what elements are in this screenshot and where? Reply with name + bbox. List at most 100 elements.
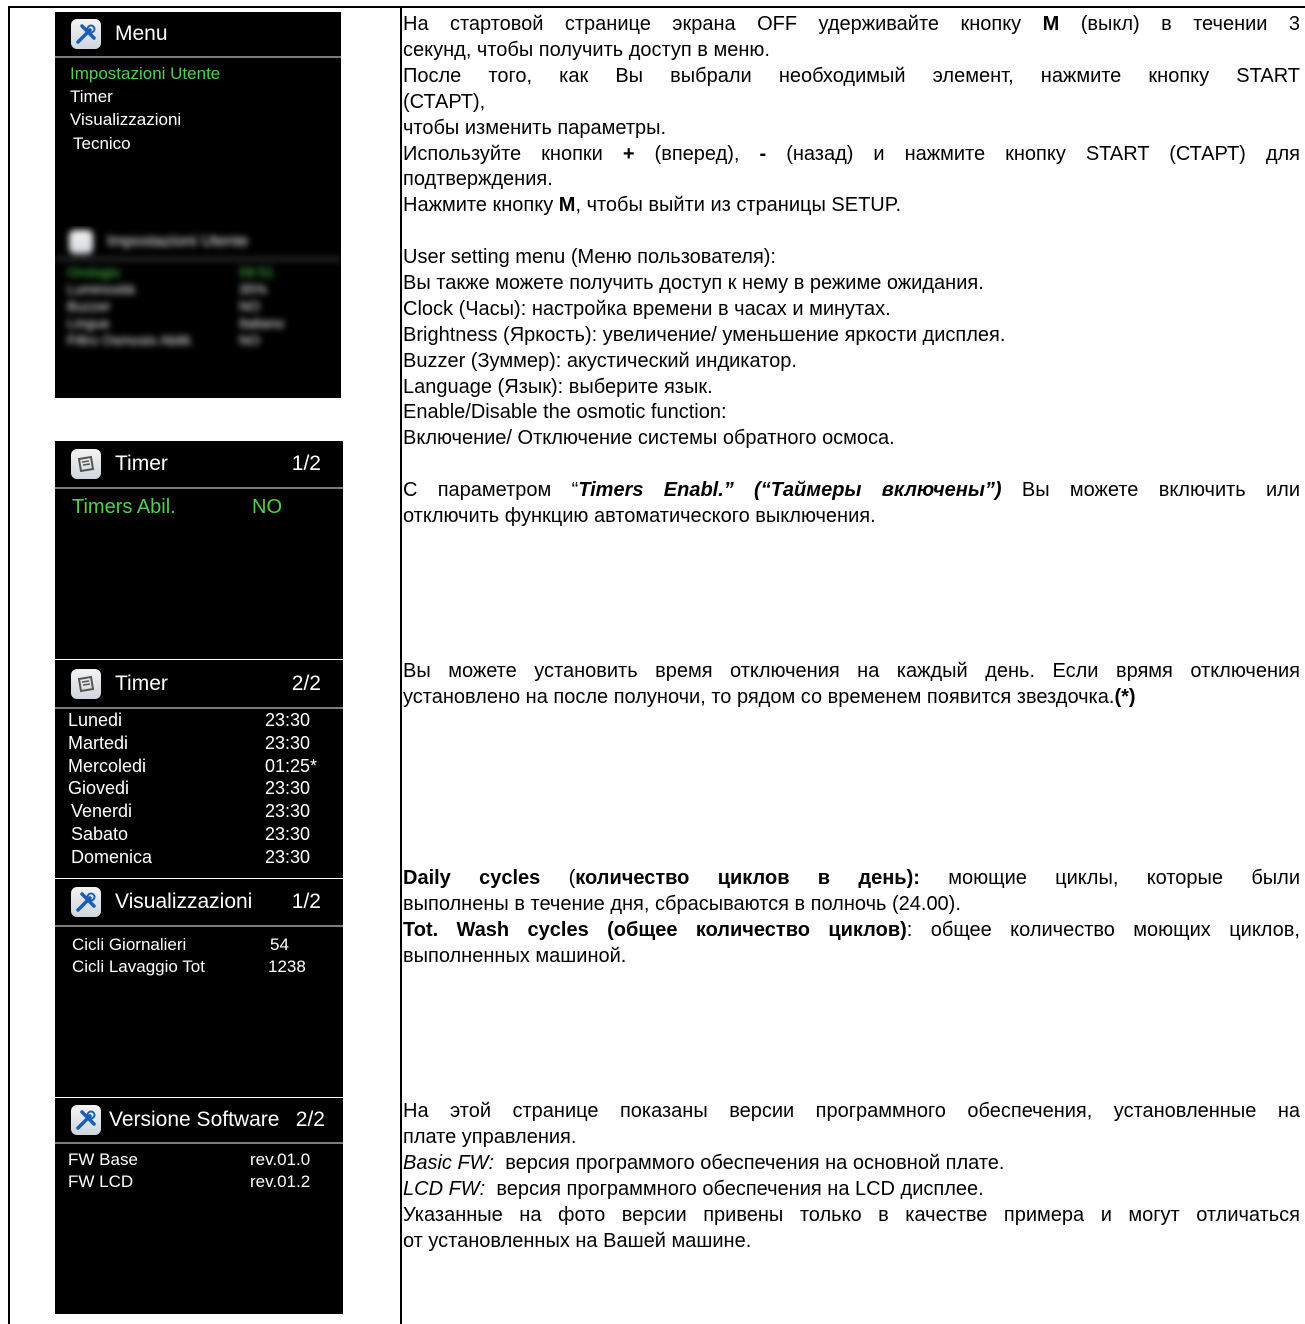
timer-time-friday[interactable]: 23:30 xyxy=(265,801,310,822)
text-span: Нажмите кнопку xyxy=(403,194,554,217)
timer-screen-2: Timer 2/2 Lunedi 23:30 Martedi 23:30 Mer… xyxy=(55,660,343,878)
bold-italic-term: Timers Enabl.” (“Таймеры включены”) xyxy=(578,479,1002,501)
software-title: Versione Software xyxy=(109,1108,280,1131)
paragraph-line: установлено на после полуночи, то рядом … xyxy=(403,685,1300,711)
timers-enabled-label[interactable]: Timers Abil. xyxy=(72,496,176,519)
timer-day-friday[interactable]: Venerdi xyxy=(71,801,132,822)
tools-icon xyxy=(71,887,101,917)
menu-item-technical[interactable]: Tecnico xyxy=(73,134,131,154)
timer-icon xyxy=(71,668,101,699)
setting-value-brightness: 35% xyxy=(239,281,268,297)
paragraph-line: Вы можете установить время отключения на… xyxy=(403,660,1300,682)
italic-term: Basic FW: xyxy=(403,1151,495,1174)
timer2-page-indicator: 2/2 xyxy=(291,671,321,695)
column-divider xyxy=(400,6,402,1324)
software-header: Versione Software 2/2 xyxy=(55,1098,343,1144)
text-span: установлено на после полуночи, то рядом … xyxy=(403,685,1115,708)
fw-base-label: FW Base xyxy=(68,1150,138,1169)
paragraph-line: чтобы изменить параметры. xyxy=(403,116,667,139)
menu-item-display[interactable]: Visualizzazioni xyxy=(70,110,181,130)
menu-item-timer[interactable]: Timer xyxy=(70,87,113,107)
text-span: (вперед), xyxy=(654,142,740,165)
setting-value-language: Italiano xyxy=(239,315,285,331)
timer-day-monday[interactable]: Lunedi xyxy=(68,710,122,731)
section-software-version: На этой странице показаны версии програм… xyxy=(403,1099,1300,1254)
paragraph-line: подтверждения. xyxy=(403,168,553,191)
setting-label-buzzer: Buzzer xyxy=(67,298,111,314)
timer-day-tuesday[interactable]: Martedi xyxy=(68,733,128,754)
timer1-page-indicator: 1/2 xyxy=(291,452,321,475)
paragraph-line: Вы также можете получить доступ к нему в… xyxy=(403,271,984,294)
paragraph-line: Enable/Disable the osmotic function: xyxy=(403,401,727,424)
setting-value-buzzer: NO xyxy=(239,298,260,314)
setting-label-brightness: Luminosità xyxy=(67,281,135,297)
timer-time-thursday[interactable]: 23:30 xyxy=(265,778,310,799)
timer-day-thursday[interactable]: Giovedi xyxy=(68,778,129,799)
paragraph-line: Daily cycles (количество циклов в день):… xyxy=(403,866,1300,892)
text-span: (назад) и нажмите кнопку START (СТАРТ) д… xyxy=(786,142,1301,165)
paragraph-line: секунд, чтобы получить доступ в меню. xyxy=(403,38,770,61)
bold-term: Tot. Wash cycles (общее количество цикло… xyxy=(403,918,907,941)
paragraph-line: Clock (Часы): настройка времени в часах … xyxy=(403,297,891,320)
text-span: На стартовой странице экрана OFF удержив… xyxy=(403,13,1022,35)
timers-enabled-value[interactable]: NO xyxy=(252,496,282,519)
menu-header: Menu xyxy=(55,12,341,58)
daily-cycles-label: Cicli Giornalieri xyxy=(72,935,187,954)
setting-value-clock: 09:51 xyxy=(239,264,275,280)
paragraph-line: LCD FW: версия программного обеспечения … xyxy=(403,1177,1300,1203)
italic-term: LCD FW: xyxy=(403,1177,486,1200)
bold-term: количество циклов в день): xyxy=(575,867,920,889)
section-timers-enable: С параметром “Timers Enabl.” (“Таймеры в… xyxy=(403,478,1300,530)
bold-term: Daily cycles xyxy=(403,867,541,889)
tools-icon xyxy=(71,19,101,49)
fw-lcd-value: rev.01.2 xyxy=(250,1172,311,1191)
paragraph-line: Basic FW: версия программого обеспечения… xyxy=(403,1151,1300,1177)
user-settings-header: Impostazioni Utente xyxy=(55,226,341,260)
timer-time-wednesday[interactable]: 01:25* xyxy=(265,756,317,777)
paragraph-line: Указанные на фото версии привены только … xyxy=(403,1203,1300,1226)
text-span: версия программного обеспечения на LCD д… xyxy=(485,1177,984,1200)
timer2-title: Timer xyxy=(115,671,168,695)
bold-asterisk: (*) xyxy=(1114,685,1136,708)
timer-day-sunday[interactable]: Domenica xyxy=(71,847,152,868)
paragraph-line: Включение/ Отключение системы обратного … xyxy=(403,427,895,450)
menu-item-user-settings[interactable]: Impostazioni Utente xyxy=(70,64,220,84)
bold-key: - xyxy=(759,142,767,165)
text-span: версия программого обеспечения на основн… xyxy=(494,1151,1005,1174)
software-version-screen: Versione Software 2/2 FW Base rev.01.0 F… xyxy=(55,1098,343,1314)
setting-value-osmosis: NO xyxy=(239,332,260,348)
timer-icon xyxy=(71,449,101,479)
paragraph-line: С параметром “Timers Enabl.” (“Таймеры в… xyxy=(403,478,1300,504)
section-daily-timers: Вы можете установить время отключения на… xyxy=(403,659,1300,711)
paragraph-line: (СТАРТ), xyxy=(403,90,486,113)
paragraph-line: выполнены в течение дня, сбрасываются в … xyxy=(403,892,961,915)
timer-time-tuesday[interactable]: 23:30 xyxy=(265,733,310,754)
paragraph-line: Brightness (Яркость): увеличение/ уменьш… xyxy=(403,323,1006,346)
section-cycles: Daily cycles (количество циклов в день):… xyxy=(403,866,1300,970)
display-screen: Visualizzazioni 1/2 Cicli Giornalieri 54… xyxy=(55,879,343,1097)
setting-label-osmosis: Filtro Osmosis Abilit. xyxy=(67,332,194,348)
paragraph-line: Нажмите кнопку M, чтобы выйти из страниц… xyxy=(403,193,1300,219)
timer-time-sunday[interactable]: 23:30 xyxy=(265,847,310,868)
timer-day-saturday[interactable]: Sabato xyxy=(71,824,128,845)
paragraph-line: На этой странице показаны версии програм… xyxy=(403,1100,1300,1122)
timer-time-monday[interactable]: 23:30 xyxy=(265,710,310,731)
timer-screen-1: Timer 1/2 Timers Abil. NO xyxy=(55,441,343,659)
bold-key: M xyxy=(558,194,576,217)
section-menu-access: На стартовой странице экрана OFF удержив… xyxy=(403,12,1300,219)
setting-label-clock: Orologio xyxy=(67,264,120,280)
daily-cycles-value: 54 xyxy=(270,935,289,954)
paragraph-line: от установленных на Вашей машине. xyxy=(403,1229,752,1252)
section-user-settings: User setting menu (Меню пользователя): В… xyxy=(403,245,1300,452)
software-page-indicator: 2/2 xyxy=(295,1108,325,1131)
text-span: Используйте кнопки xyxy=(403,142,603,165)
fw-lcd-label: FW LCD xyxy=(68,1172,134,1191)
setting-label-language: Lingua xyxy=(67,315,110,331)
timer-day-wednesday[interactable]: Mercoledi xyxy=(68,756,146,777)
text-span: С параметром “ xyxy=(403,479,579,501)
timer-time-saturday[interactable]: 23:30 xyxy=(265,824,310,845)
display-title: Visualizzazioni xyxy=(115,890,253,913)
text-span: : общее количество моющих циклов, xyxy=(906,918,1300,941)
display-header: Visualizzazioni 1/2 xyxy=(55,879,343,927)
user-settings-blurred-content: Impostazioni Utente Orologio 09:51 Lumin… xyxy=(55,226,341,398)
